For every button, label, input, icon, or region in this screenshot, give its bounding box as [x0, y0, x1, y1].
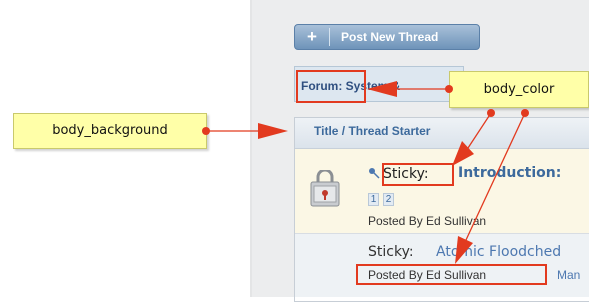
body-color-arrow-sticky — [452, 109, 495, 166]
body-background-arrow — [202, 123, 288, 139]
body-color-arrow-forum — [367, 81, 453, 97]
annotation-arrows — [202, 81, 529, 264]
body-color-arrow-posted — [455, 109, 529, 264]
